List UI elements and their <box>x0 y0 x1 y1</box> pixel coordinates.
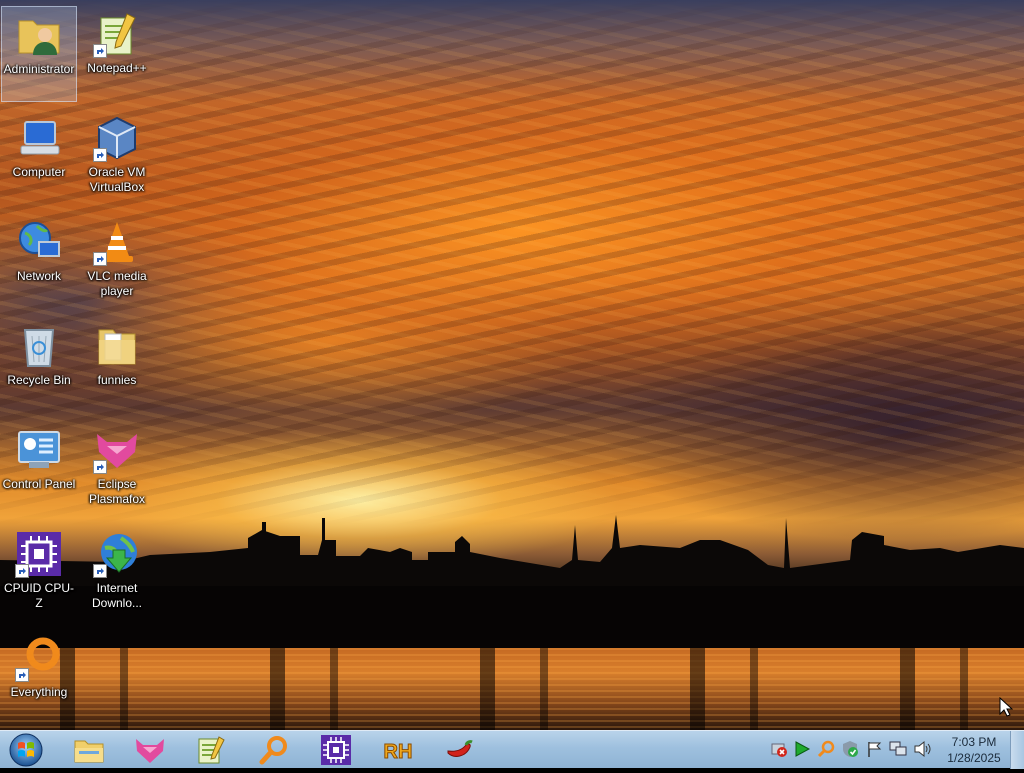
user-folder-icon <box>15 11 63 59</box>
taskbar-app-notepadpp[interactable] <box>189 733 233 767</box>
recycle-bin-icon <box>15 322 63 370</box>
computer-icon <box>15 114 63 162</box>
desktop-icon-label: Recycle Bin <box>7 373 71 387</box>
desktop-icon-label: Network <box>16 269 61 283</box>
network-monitor-icon <box>889 741 907 756</box>
taskbar-app-resource-hacker[interactable]: RH <box>376 733 420 767</box>
shortcut-arrow-icon <box>93 564 107 578</box>
start-button[interactable] <box>6 732 46 768</box>
folder-icon <box>93 322 141 370</box>
desktop-icon-label: CPUID CPU-Z <box>3 581 74 610</box>
green-play-icon <box>795 741 811 757</box>
desktop-icon-label: Eclipse Plasmafox <box>88 477 146 506</box>
network-globe-icon <box>15 218 63 266</box>
windows-start-orb-icon <box>9 733 43 767</box>
mouse-pointer-icon <box>999 697 1013 717</box>
desktop-icon-funnies[interactable]: funnies <box>79 318 155 414</box>
speaker-icon <box>914 740 931 758</box>
cpuz-chip-icon <box>15 530 63 578</box>
desktop-icon-network[interactable]: Network <box>1 214 77 310</box>
flag-icon <box>868 742 882 757</box>
notepadpp-icon <box>198 736 225 764</box>
taskbar-clock[interactable]: 7:03 PM 1/28/2025 <box>938 733 1010 768</box>
shortcut-arrow-icon <box>15 668 29 682</box>
plasmafox-icon <box>136 739 164 763</box>
red-x-icon <box>771 743 787 757</box>
plasmafox-icon <box>93 426 141 474</box>
desktop-icon-label: Control Panel <box>2 477 76 491</box>
notepadpp-icon <box>93 10 141 58</box>
shortcut-arrow-icon <box>15 564 29 578</box>
search-magnifier-icon <box>259 736 287 765</box>
desktop-icon-cpuz[interactable]: CPUID CPU-Z <box>1 526 77 622</box>
virtualbox-icon <box>93 114 141 162</box>
vlc-cone-icon <box>93 218 141 266</box>
taskbar-app-hot-pepper[interactable] <box>438 733 482 767</box>
desktop-icon-computer[interactable]: Computer <box>1 110 77 206</box>
shortcut-arrow-icon <box>93 148 107 162</box>
tray-volume[interactable] <box>913 740 931 758</box>
desktop-icon-administrator[interactable]: Administrator <box>1 6 77 102</box>
clock-date: 1/28/2025 <box>947 751 1001 765</box>
desktop-icon-control-panel[interactable]: Control Panel <box>1 422 77 518</box>
desktop-icon-virtualbox[interactable]: Oracle VM VirtualBox <box>79 110 155 206</box>
clock-time: 7:03 PM <box>951 735 997 749</box>
shortcut-arrow-icon <box>93 252 107 266</box>
desktop-icon-notepadpp[interactable]: Notepad++ <box>79 6 155 102</box>
tray-search[interactable] <box>817 740 835 758</box>
control-panel-icon <box>15 426 63 474</box>
desktop-icon-label: Administrator <box>3 62 75 76</box>
shortcut-arrow-icon <box>93 44 107 58</box>
desktop-icon-internet-download[interactable]: Internet Downlo... <box>79 526 155 622</box>
resource-hacker-text: RH <box>384 741 413 763</box>
tray-security[interactable] <box>841 740 859 758</box>
desktop-icon-label: Computer <box>12 165 66 179</box>
desktop[interactable]: Administrator Notepad++ Computer Oracle … <box>0 0 1024 730</box>
taskbar-app-cpuz[interactable] <box>314 733 358 767</box>
tray-network[interactable] <box>889 740 907 758</box>
tray-play[interactable] <box>793 740 811 758</box>
idm-globe-icon <box>93 530 141 578</box>
tray-network-error[interactable] <box>770 740 788 758</box>
tray-action-center[interactable] <box>865 740 883 758</box>
desktop-icon-everything[interactable]: Everything <box>1 630 77 726</box>
taskbar: RH 7:03 PM 1/28/2025 <box>0 730 1024 769</box>
shield-check-icon <box>843 741 858 757</box>
cpuz-chip-icon <box>321 735 351 765</box>
taskbar-app-explorer[interactable] <box>67 733 111 767</box>
taskbar-app-plasmafox[interactable] <box>128 733 172 767</box>
desktop-icon-plasmafox[interactable]: Eclipse Plasmafox <box>79 422 155 518</box>
show-desktop-button[interactable] <box>1010 731 1024 769</box>
desktop-icon-label: Notepad++ <box>87 61 147 75</box>
desktop-icon-label: VLC media player <box>87 269 147 298</box>
resource-hacker-icon: RH <box>383 741 413 764</box>
desktop-icon-label: funnies <box>97 373 137 387</box>
desktop-icon-recycle-bin[interactable]: Recycle Bin <box>1 318 77 414</box>
taskbar-app-everything[interactable] <box>252 733 296 767</box>
everything-ring-icon <box>15 634 63 682</box>
desktop-icon-label: Everything <box>10 685 68 699</box>
shortcut-arrow-icon <box>93 460 107 474</box>
desktop-icon-vlc[interactable]: VLC media player <box>79 214 155 310</box>
desktop-icon-label: Internet Downlo... <box>91 581 143 610</box>
chili-pepper-icon <box>447 740 473 757</box>
explorer-folder-icon <box>74 740 104 763</box>
orange-search-icon <box>817 740 835 758</box>
desktop-icon-label: Oracle VM VirtualBox <box>88 165 146 194</box>
